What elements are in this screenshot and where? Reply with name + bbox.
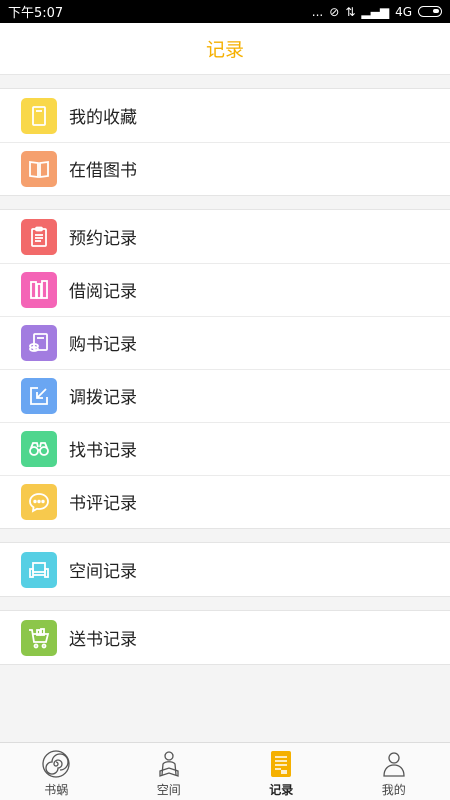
binoculars-icon	[21, 430, 57, 467]
record-item-borrowed-books[interactable]: 在借图书	[0, 142, 450, 195]
record-item-label: 预约记录	[69, 229, 137, 249]
record-item-space[interactable]: 空间记录	[0, 543, 450, 596]
record-item-reservations[interactable]: 预约记录	[0, 210, 450, 263]
clipboard-icon	[21, 218, 57, 255]
record-item-book-search[interactable]: 找书记录	[0, 422, 450, 475]
battery-icon	[418, 6, 442, 17]
record-list-icon	[271, 751, 292, 777]
status-time: 下午5:07	[8, 6, 64, 21]
page-title: 记录	[205, 39, 244, 61]
record-item-transfers[interactable]: 调拨记录	[0, 369, 450, 422]
bookmark-icon	[21, 97, 57, 134]
record-item-purchases[interactable]: 购书记录	[0, 316, 450, 369]
record-group: 预约记录 借阅记录 购书记录 调拨记录 找书记录 书评记录	[0, 209, 450, 529]
network-type: 4G	[395, 4, 412, 19]
tab-label: 我的	[381, 783, 406, 797]
record-item-label: 找书记录	[69, 441, 137, 461]
record-item-label: 购书记录	[69, 335, 137, 355]
transfer-arrow-icon	[21, 377, 57, 414]
snail-shell-icon	[42, 750, 70, 778]
bottom-tab-bar: 书蜗 空间 记录 我的	[0, 742, 450, 800]
record-item-loans[interactable]: 借阅记录	[0, 263, 450, 316]
books-icon	[21, 271, 57, 308]
record-item-label: 调拨记录	[69, 388, 137, 408]
status-bar: 下午5:07 ... ⊘ ⇅ ▂▄▆ 4G	[0, 0, 450, 23]
signal-icon: ▂▄▆	[361, 4, 390, 19]
record-item-label: 我的收藏	[69, 108, 137, 128]
tab-records[interactable]: 记录	[225, 743, 338, 800]
record-item-favorites[interactable]: 我的收藏	[0, 89, 450, 142]
open-book-icon	[21, 150, 57, 187]
tab-space[interactable]: 空间	[113, 743, 226, 800]
tab-shuwo[interactable]: 书蜗	[0, 743, 113, 800]
tab-label: 书蜗	[44, 783, 69, 797]
record-group: 空间记录	[0, 542, 450, 597]
tab-label: 记录	[269, 783, 294, 797]
alarm-icon: ⊘	[329, 4, 340, 19]
reading-person-icon	[159, 751, 179, 777]
user-icon	[383, 752, 405, 777]
status-dots: ...	[311, 4, 324, 19]
record-group: 送书记录	[0, 610, 450, 665]
chat-bubble-icon	[21, 483, 57, 520]
record-group: 我的收藏 在借图书	[0, 88, 450, 196]
cart-icon	[21, 619, 57, 656]
tab-mine[interactable]: 我的	[338, 743, 450, 800]
record-item-label: 借阅记录	[69, 282, 137, 302]
record-item-book-delivery[interactable]: 送书记录	[0, 611, 450, 664]
data-transfer-icon: ⇅	[345, 4, 356, 19]
page-header: 记录	[0, 23, 450, 75]
tab-label: 空间	[156, 783, 181, 797]
record-item-label: 送书记录	[69, 630, 137, 650]
sofa-icon	[21, 551, 57, 588]
record-item-label: 空间记录	[69, 562, 137, 582]
record-item-label: 在借图书	[69, 161, 137, 181]
record-list: 我的收藏 在借图书 预约记录 借阅记录 购书记录 调拨记录 找书记录 书评记录 …	[0, 75, 450, 665]
record-item-reviews[interactable]: 书评记录	[0, 475, 450, 528]
status-indicators: ... ⊘ ⇅ ▂▄▆ 4G	[312, 5, 442, 19]
record-item-label: 书评记录	[69, 494, 137, 514]
book-purchase-icon	[21, 324, 57, 361]
